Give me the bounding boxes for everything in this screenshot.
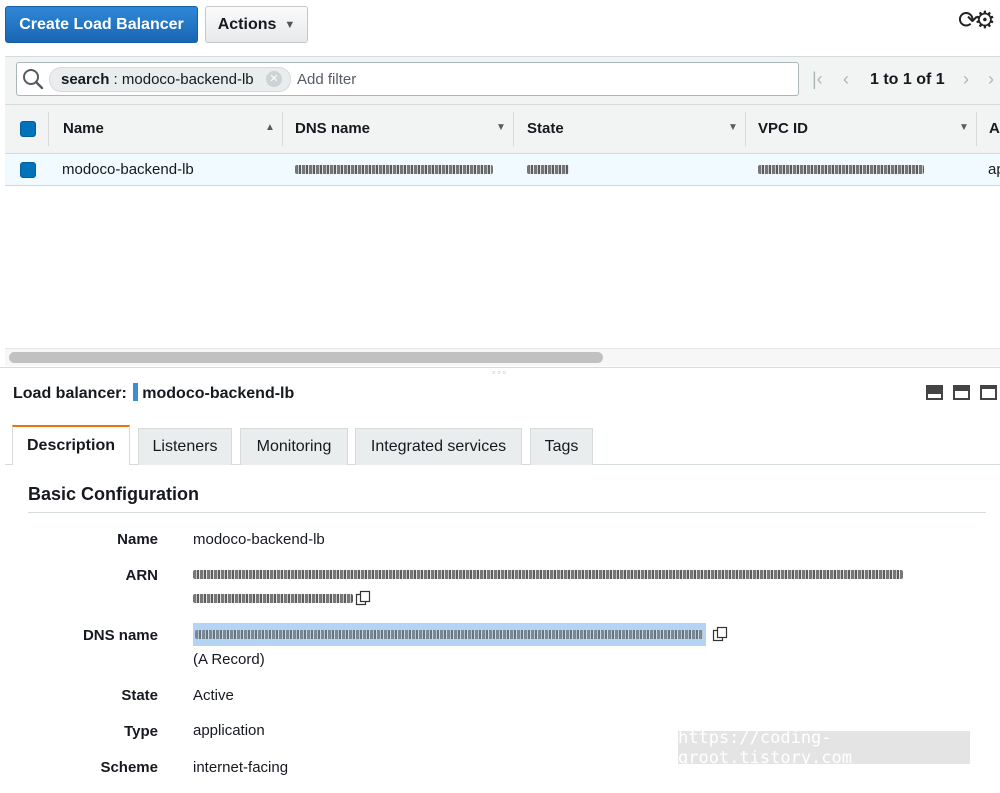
tab-integrated-services[interactable]: Integrated services [355, 428, 522, 465]
create-load-balancer-button[interactable]: Create Load Balancer [5, 6, 198, 43]
row-checkbox[interactable] [20, 162, 36, 178]
pagination-text: 1 to 1 of 1 [870, 71, 945, 88]
scrollbar-thumb[interactable] [9, 352, 603, 363]
pane-minimize-icon[interactable] [980, 385, 997, 400]
details-lb-name: modoco-backend-lb [142, 385, 295, 402]
redacted-arn-line-2 [193, 594, 353, 603]
chevron-down-icon: ▼ [284, 18, 296, 31]
last-page-icon[interactable]: › [988, 69, 994, 90]
filter-chip-value: modoco-backend-lb [121, 71, 254, 88]
field-label-dns-name: DNS name [82, 627, 158, 644]
column-name[interactable]: Name [63, 120, 104, 137]
field-label-state: State [121, 687, 158, 704]
refresh-icon[interactable]: ⟳ [958, 7, 978, 34]
tab-listeners[interactable]: Listeners [138, 428, 232, 465]
search-icon [23, 69, 44, 90]
tab-tags[interactable]: Tags [530, 428, 593, 465]
field-value-dns-record: (A Record) [193, 651, 265, 668]
sort-asc-icon[interactable]: ▲ [265, 122, 275, 133]
field-value-state: Active [193, 687, 234, 704]
column-state[interactable]: State [527, 120, 564, 137]
copy-icon[interactable] [712, 626, 728, 642]
filter-chip: search : modoco-backend-lb [49, 67, 291, 92]
field-label-name: Name [117, 531, 158, 548]
redacted-arn-line-1 [193, 570, 903, 579]
field-value-type: application [193, 722, 265, 739]
pane-split-icon[interactable] [953, 385, 970, 400]
details-title: Load balancer: modoco-backend-lb [13, 383, 294, 403]
chevron-down-icon[interactable]: ▼ [959, 122, 969, 133]
prev-page-icon[interactable]: ‹ [843, 69, 849, 90]
actions-button[interactable]: Actions ▼ [205, 6, 308, 43]
redacted-dns-name [295, 165, 493, 174]
pane-resize-handle[interactable]: ▫▫▫ [0, 367, 1000, 379]
close-icon[interactable]: ✕ [266, 71, 282, 87]
next-page-icon[interactable]: › [963, 69, 969, 90]
details-prefix: Load balancer: [13, 385, 127, 402]
select-all-checkbox[interactable] [20, 121, 36, 137]
column-az[interactable]: A [989, 120, 1000, 137]
chevron-down-icon[interactable]: ▼ [496, 122, 506, 133]
tab-monitoring[interactable]: Monitoring [240, 428, 348, 465]
redacted-dns-name-value [195, 630, 703, 639]
pane-maximize-icon[interactable] [926, 385, 943, 400]
field-label-arn: ARN [125, 567, 159, 584]
toolbar-icons: ⟳⚙ [958, 6, 996, 35]
section-divider [28, 512, 986, 513]
row-name: modoco-backend-lb [62, 161, 194, 178]
actions-label: Actions [217, 15, 277, 33]
column-vpc-id[interactable]: VPC ID [758, 120, 808, 137]
field-label-type: Type [124, 723, 158, 740]
add-filter-input[interactable] [297, 68, 777, 91]
field-value-name: modoco-backend-lb [193, 531, 325, 548]
copy-icon[interactable] [355, 590, 371, 606]
settings-icon[interactable]: ⚙ [974, 7, 995, 34]
first-page-icon[interactable]: |‹ [812, 69, 823, 90]
watermark: https://coding-groot.tistory.com [678, 728, 970, 768]
redacted-vpc-id [758, 165, 924, 174]
row-az: ap [988, 161, 1000, 178]
tab-description[interactable]: Description [12, 425, 130, 465]
chevron-down-icon[interactable]: ▼ [728, 122, 738, 133]
redacted-state [527, 165, 569, 174]
filter-chip-key: search [61, 71, 110, 88]
field-label-scheme: Scheme [100, 759, 158, 776]
column-dns-name[interactable]: DNS name [295, 120, 370, 137]
section-title: Basic Configuration [28, 484, 200, 504]
field-value-scheme: internet-facing [193, 759, 289, 776]
